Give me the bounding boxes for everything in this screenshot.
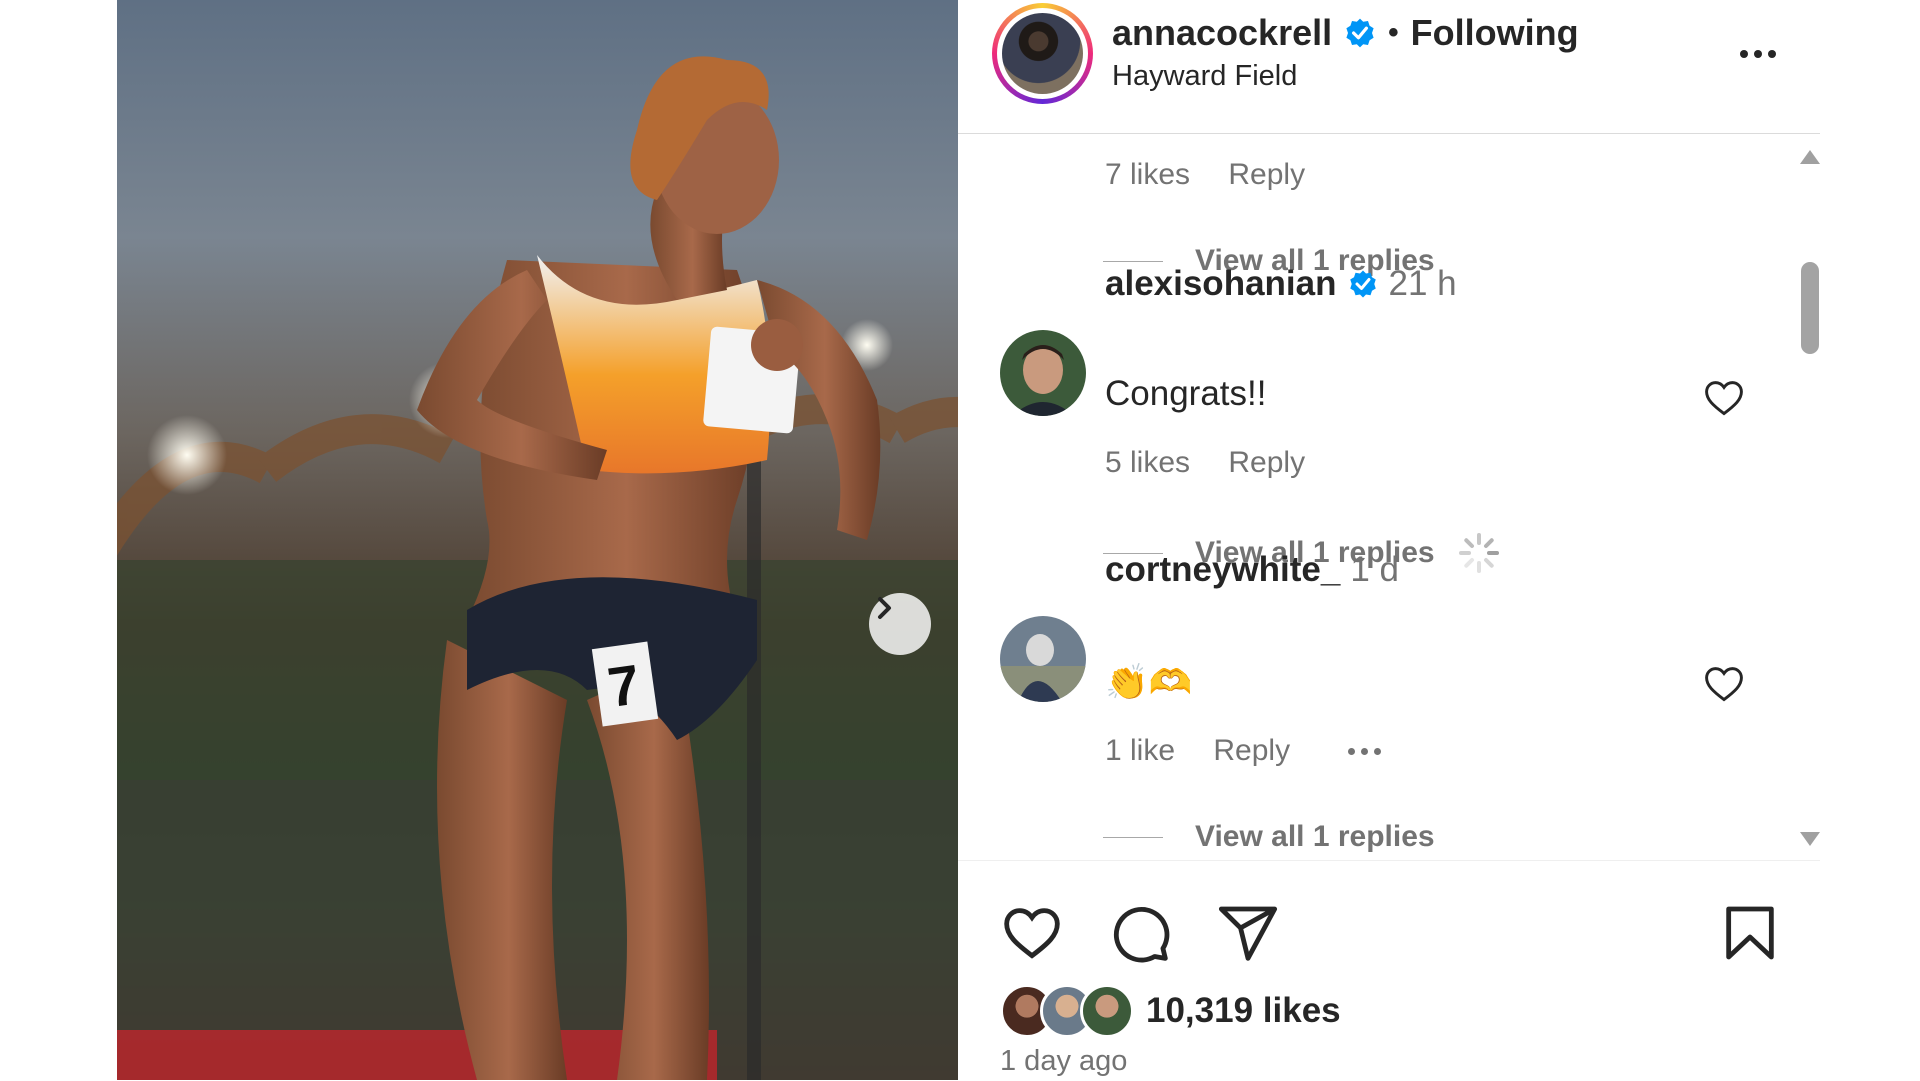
author-avatar[interactable] [992, 3, 1093, 104]
comment-likes[interactable]: 5 likes [1105, 446, 1190, 479]
view-replies-label: View all 1 replies [1195, 820, 1435, 853]
comments-list[interactable]: 7 likes Reply View all 1 replies alexiso… [958, 134, 1798, 858]
comment-time[interactable]: 21 h [1388, 264, 1456, 304]
comment-likes[interactable]: 1 like [1105, 734, 1175, 767]
post-detail-pane: annacockrell • Following Hayward Field 7… [958, 0, 1820, 1080]
post-photo[interactable]: 7 [117, 0, 958, 1080]
scroll-down-arrow-icon[interactable] [1800, 832, 1820, 846]
reply-divider-line [1103, 836, 1163, 838]
comment-username[interactable]: cortneywhite_ [1105, 550, 1340, 590]
post-time-ago[interactable]: 1 day ago [1000, 1045, 1127, 1078]
verified-badge-icon [1350, 270, 1377, 298]
heart-icon[interactable] [1000, 901, 1064, 965]
comment-reply-button[interactable]: Reply [1228, 158, 1305, 191]
comments-scrollbar[interactable] [1798, 136, 1820, 858]
verified-badge-icon [1346, 18, 1374, 48]
post-action-bar: 10,319 likes 1 day ago [958, 860, 1820, 1081]
comment-meta: 1 like Reply [1105, 734, 1290, 768]
post-header: annacockrell • Following Hayward Field [958, 0, 1820, 134]
comment-meta: 5 likes Reply [1105, 446, 1305, 480]
more-horizontal-icon [1740, 50, 1748, 58]
more-options-button[interactable] [1728, 34, 1788, 74]
comment-time[interactable]: 1 d [1350, 550, 1399, 590]
view-replies-button[interactable]: View all 1 replies [1103, 820, 1435, 854]
author-username[interactable]: annacockrell [1112, 12, 1332, 54]
post-location[interactable]: Hayward Field [1112, 60, 1297, 93]
comment-reply-button[interactable]: Reply [1228, 446, 1305, 479]
bookmark-icon[interactable] [1718, 901, 1782, 965]
following-button[interactable]: Following [1411, 12, 1579, 54]
chevron-right-icon [878, 597, 891, 619]
share-icon[interactable] [1216, 901, 1280, 965]
commenter-avatar[interactable] [1000, 616, 1086, 702]
comment-likes[interactable]: 7 likes [1105, 158, 1190, 191]
likes-summary: 10,319 likes [1000, 981, 1341, 1041]
like-comment-heart-icon[interactable] [1702, 376, 1746, 420]
comment-reply-button[interactable]: Reply [1213, 734, 1290, 767]
separator-dot: • [1388, 16, 1399, 49]
author-row: annacockrell • Following [1112, 12, 1579, 54]
comment-emoji-text: 👏🫶 [1105, 663, 1193, 702]
next-photo-button[interactable] [869, 593, 931, 655]
liker-avatar[interactable] [1080, 984, 1134, 1038]
like-comment-heart-icon[interactable] [1702, 662, 1746, 706]
scrollbar-thumb[interactable] [1801, 262, 1819, 354]
comment-icon[interactable] [1108, 901, 1172, 965]
comment-username[interactable]: alexisohanian [1105, 264, 1336, 304]
more-horizontal-icon [1348, 748, 1355, 755]
commenter-avatar[interactable] [1000, 330, 1086, 416]
comment-author[interactable]: alexisohanian 21 h [1105, 264, 1457, 304]
scroll-up-arrow-icon[interactable] [1800, 150, 1820, 164]
athlete-photo-illustration: 7 [117, 56, 958, 1080]
likes-count[interactable]: 10,319 likes [1146, 991, 1341, 1031]
reply-divider-line [1103, 260, 1163, 262]
loading-spinner-icon [1458, 533, 1499, 573]
comment-meta: 7 likes Reply [1105, 158, 1305, 192]
comment-author[interactable]: cortneywhite_ 1 d [1105, 550, 1399, 590]
comment-text: Congrats!! [1105, 374, 1267, 413]
comment-more-options-button[interactable] [1348, 748, 1381, 755]
